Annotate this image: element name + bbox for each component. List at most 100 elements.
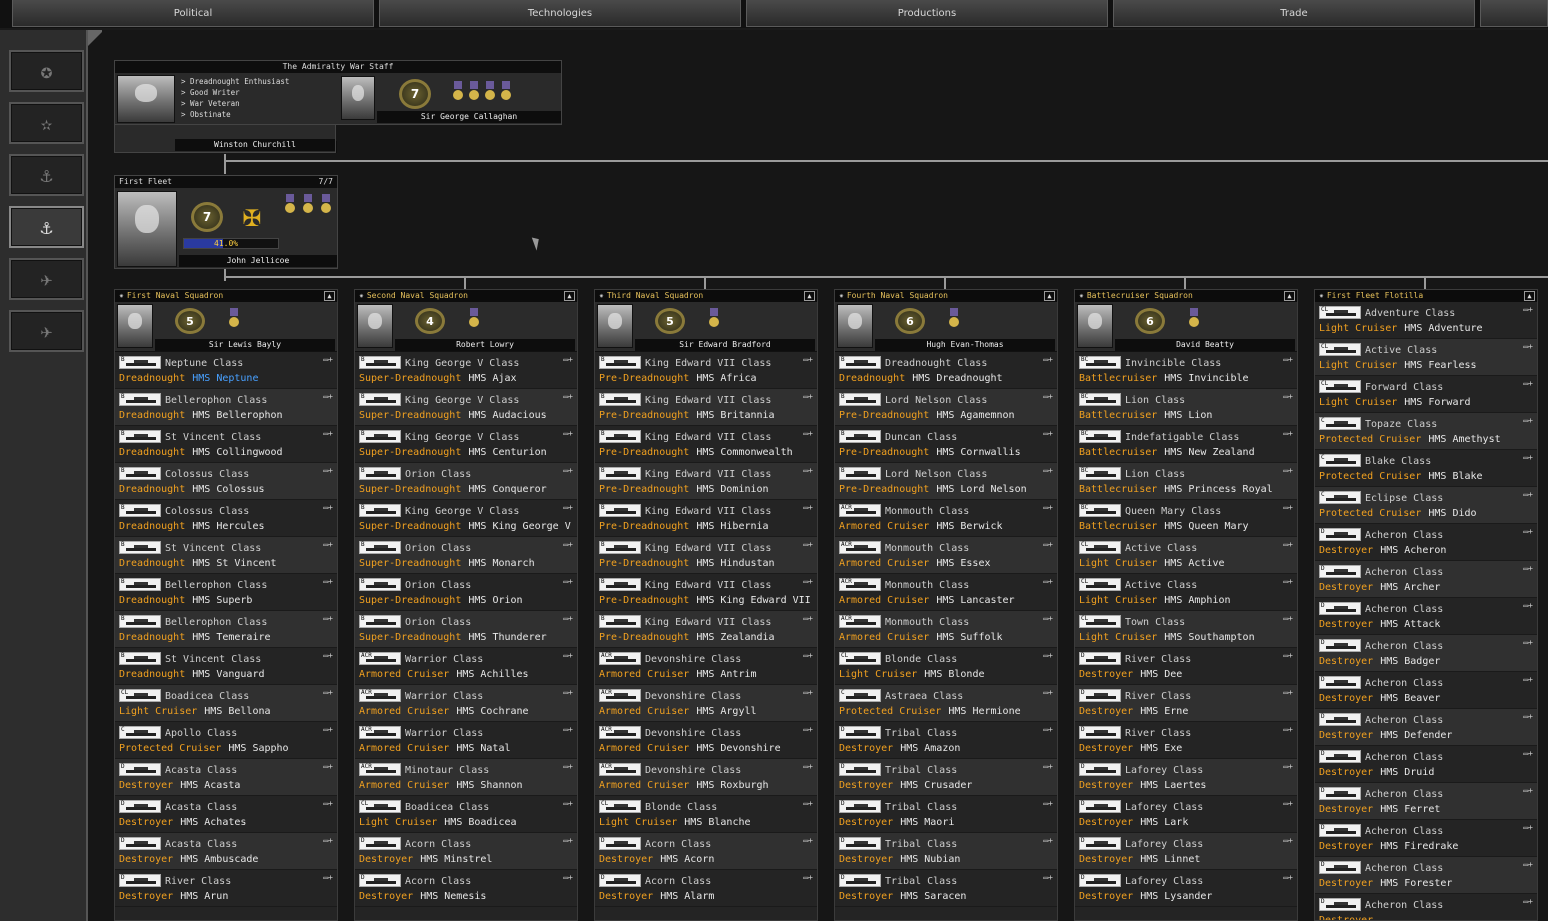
ship-row[interactable]: B Lord Nelson Class Pre-Dreadnought HMS Lor… [835, 463, 1057, 500]
transfer-ship-icon[interactable]: ▭+ [563, 799, 573, 808]
transfer-ship-icon[interactable]: ▭+ [803, 540, 813, 549]
transfer-ship-icon[interactable]: ▭+ [803, 355, 813, 364]
ship-row[interactable]: B King Edward VII Class Pre-Dreadnought HMS… [595, 352, 817, 389]
fleet-commander-portrait[interactable] [117, 191, 177, 267]
ship-row[interactable]: CL Boadicea Class Light Cruiser HMS Bellona… [115, 685, 337, 722]
transfer-ship-icon[interactable]: ▭+ [563, 651, 573, 660]
ship-row[interactable]: ACR Devonshire Class Armored Cruiser HMS Ro… [595, 759, 817, 796]
ship-row[interactable]: D Acheron Class Destroyer HMS Badger ▭+ [1315, 635, 1537, 672]
transfer-ship-icon[interactable]: ▭+ [323, 651, 333, 660]
transfer-ship-icon[interactable]: ▭+ [323, 836, 333, 845]
commander-portrait[interactable] [1077, 304, 1113, 348]
ship-row[interactable]: B King Edward VII Class Pre-Dreadnought HMS… [595, 426, 817, 463]
ship-row[interactable]: B King George V Class Super-Dreadnought HMS… [355, 352, 577, 389]
transfer-ship-icon[interactable]: ▭+ [803, 725, 813, 734]
ship-row[interactable]: B King George V Class Super-Dreadnought HMS… [355, 389, 577, 426]
ship-row[interactable]: C Topaze Class Protected Cruiser HMS Amethy… [1315, 413, 1537, 450]
transfer-ship-icon[interactable]: ▭+ [803, 651, 813, 660]
air-staff-button[interactable]: ✈ [9, 258, 84, 300]
squadron-header[interactable]: ✷ First Fleet Flotilla ▲ [1315, 290, 1537, 302]
transfer-ship-icon[interactable]: ▭+ [323, 429, 333, 438]
transfer-ship-icon[interactable]: ▭+ [1043, 725, 1053, 734]
transfer-ship-icon[interactable]: ▭+ [1043, 392, 1053, 401]
squadron-header[interactable]: ✷ Fourth Naval Squadron ▲ [835, 290, 1057, 302]
squadron-header[interactable]: ✷ First Naval Squadron ▲ [115, 290, 337, 302]
ship-row[interactable]: CL Town Class Light Cruiser HMS Southampton… [1075, 611, 1297, 648]
transfer-ship-icon[interactable]: ▭+ [1043, 466, 1053, 475]
ship-row[interactable]: ACR Minotaur Class Armored Cruiser HMS Shan… [355, 759, 577, 796]
transfer-ship-icon[interactable]: ▭+ [323, 355, 333, 364]
transfer-ship-icon[interactable]: ▭+ [803, 799, 813, 808]
ship-row[interactable]: D Acorn Class Destroyer HMS Minstrel ▭+ [355, 833, 577, 870]
ship-row[interactable]: ACR Warrior Class Armored Cruiser HMS Achil… [355, 648, 577, 685]
transfer-ship-icon[interactable]: ▭+ [563, 762, 573, 771]
transfer-ship-icon[interactable]: ▭+ [1283, 503, 1293, 512]
transfer-ship-icon[interactable]: ▭+ [803, 466, 813, 475]
ship-row[interactable]: D Laforey Class Destroyer HMS Lysander ▭+ [1075, 870, 1297, 907]
transfer-ship-icon[interactable]: ▭+ [563, 614, 573, 623]
transfer-ship-icon[interactable]: ▭+ [1523, 416, 1533, 425]
transfer-ship-icon[interactable]: ▭+ [803, 688, 813, 697]
transfer-ship-icon[interactable]: ▭+ [1523, 342, 1533, 351]
ship-row[interactable]: D Acheron Class Destroyer ▭+ [1315, 894, 1537, 920]
ship-row[interactable]: CL Boadicea Class Light Cruiser HMS Boadice… [355, 796, 577, 833]
tab-trade[interactable]: Trade [1113, 0, 1475, 27]
ship-row[interactable]: D Acasta Class Destroyer HMS Acasta ▭+ [115, 759, 337, 796]
transfer-ship-icon[interactable]: ▭+ [1283, 651, 1293, 660]
transfer-ship-icon[interactable]: ▭+ [803, 577, 813, 586]
ship-row[interactable]: B Duncan Class Pre-Dreadnought HMS Cornwall… [835, 426, 1057, 463]
ship-row[interactable]: D Tribal Class Destroyer HMS Maori ▭+ [835, 796, 1057, 833]
transfer-ship-icon[interactable]: ▭+ [803, 429, 813, 438]
transfer-ship-icon[interactable]: ▭+ [1523, 786, 1533, 795]
ship-row[interactable]: BC Invincible Class Battlecruiser HMS Invin… [1075, 352, 1297, 389]
transfer-ship-icon[interactable]: ▭+ [1283, 688, 1293, 697]
transfer-ship-icon[interactable]: ▭+ [1043, 799, 1053, 808]
transfer-ship-icon[interactable]: ▭+ [323, 688, 333, 697]
ship-row[interactable]: ACR Devonshire Class Armored Cruiser HMS Ar… [595, 685, 817, 722]
transfer-ship-icon[interactable]: ▭+ [563, 355, 573, 364]
ship-row[interactable]: ACR Devonshire Class Armored Cruiser HMS An… [595, 648, 817, 685]
ship-row[interactable]: B Orion Class Super-Dreadnought HMS Monarch… [355, 537, 577, 574]
transfer-ship-icon[interactable]: ▭+ [803, 873, 813, 882]
transfer-ship-icon[interactable]: ▭+ [563, 466, 573, 475]
transfer-ship-icon[interactable]: ▭+ [1043, 540, 1053, 549]
transfer-ship-icon[interactable]: ▭+ [1283, 873, 1293, 882]
ship-row[interactable]: D River Class Destroyer HMS Dee ▭+ [1075, 648, 1297, 685]
transfer-ship-icon[interactable]: ▭+ [323, 725, 333, 734]
squadron-header[interactable]: ✷ Third Naval Squadron ▲ [595, 290, 817, 302]
ship-row[interactable]: B King Edward VII Class Pre-Dreadnought HMS… [595, 389, 817, 426]
transfer-ship-icon[interactable]: ▭+ [323, 503, 333, 512]
ship-row[interactable]: CL Blonde Class Light Cruiser HMS Blanche ▭+ [595, 796, 817, 833]
transfer-ship-icon[interactable]: ▭+ [563, 429, 573, 438]
ship-row[interactable]: D Acasta Class Destroyer HMS Achates ▭+ [115, 796, 337, 833]
ship-row[interactable]: D Acheron Class Destroyer HMS Forester ▭+ [1315, 857, 1537, 894]
ship-row[interactable]: CL Blonde Class Light Cruiser HMS Blonde ▭+ [835, 648, 1057, 685]
transfer-ship-icon[interactable]: ▭+ [1283, 836, 1293, 845]
transfer-ship-icon[interactable]: ▭+ [323, 577, 333, 586]
transfer-ship-icon[interactable]: ▭+ [323, 799, 333, 808]
transfer-ship-icon[interactable]: ▭+ [1043, 762, 1053, 771]
ship-row[interactable]: D Acheron Class Destroyer HMS Defender ▭+ [1315, 709, 1537, 746]
transfer-ship-icon[interactable]: ▭+ [1283, 392, 1293, 401]
transfer-ship-icon[interactable]: ▭+ [1523, 490, 1533, 499]
air-button[interactable]: ✈ [9, 310, 84, 352]
ship-row[interactable]: CL Forward Class Light Cruiser HMS Forward ▭… [1315, 376, 1537, 413]
collapse-button[interactable]: ▲ [564, 291, 575, 301]
transfer-ship-icon[interactable]: ▭+ [803, 503, 813, 512]
transfer-ship-icon[interactable]: ▭+ [563, 392, 573, 401]
collapse-button[interactable]: ▲ [1044, 291, 1055, 301]
transfer-ship-icon[interactable]: ▭+ [1523, 305, 1533, 314]
ship-row[interactable]: B Dreadnought Class Dreadnought HMS Dreadno… [835, 352, 1057, 389]
commander-portrait[interactable] [117, 304, 153, 348]
ship-row[interactable]: ACR Warrior Class Armored Cruiser HMS Cochr… [355, 685, 577, 722]
ship-row[interactable]: CL Active Class Light Cruiser HMS Amphion ▭+ [1075, 574, 1297, 611]
collapse-button[interactable]: ▲ [804, 291, 815, 301]
transfer-ship-icon[interactable]: ▭+ [1043, 614, 1053, 623]
ship-row[interactable]: D River Class Destroyer HMS Arun ▭+ [115, 870, 337, 907]
transfer-ship-icon[interactable]: ▭+ [1283, 762, 1293, 771]
transfer-ship-icon[interactable]: ▭+ [563, 540, 573, 549]
ship-row[interactable]: B St Vincent Class Dreadnought HMS St Vince… [115, 537, 337, 574]
transfer-ship-icon[interactable]: ▭+ [1043, 873, 1053, 882]
ship-row[interactable]: D River Class Destroyer HMS Exe ▭+ [1075, 722, 1297, 759]
transfer-ship-icon[interactable]: ▭+ [563, 836, 573, 845]
